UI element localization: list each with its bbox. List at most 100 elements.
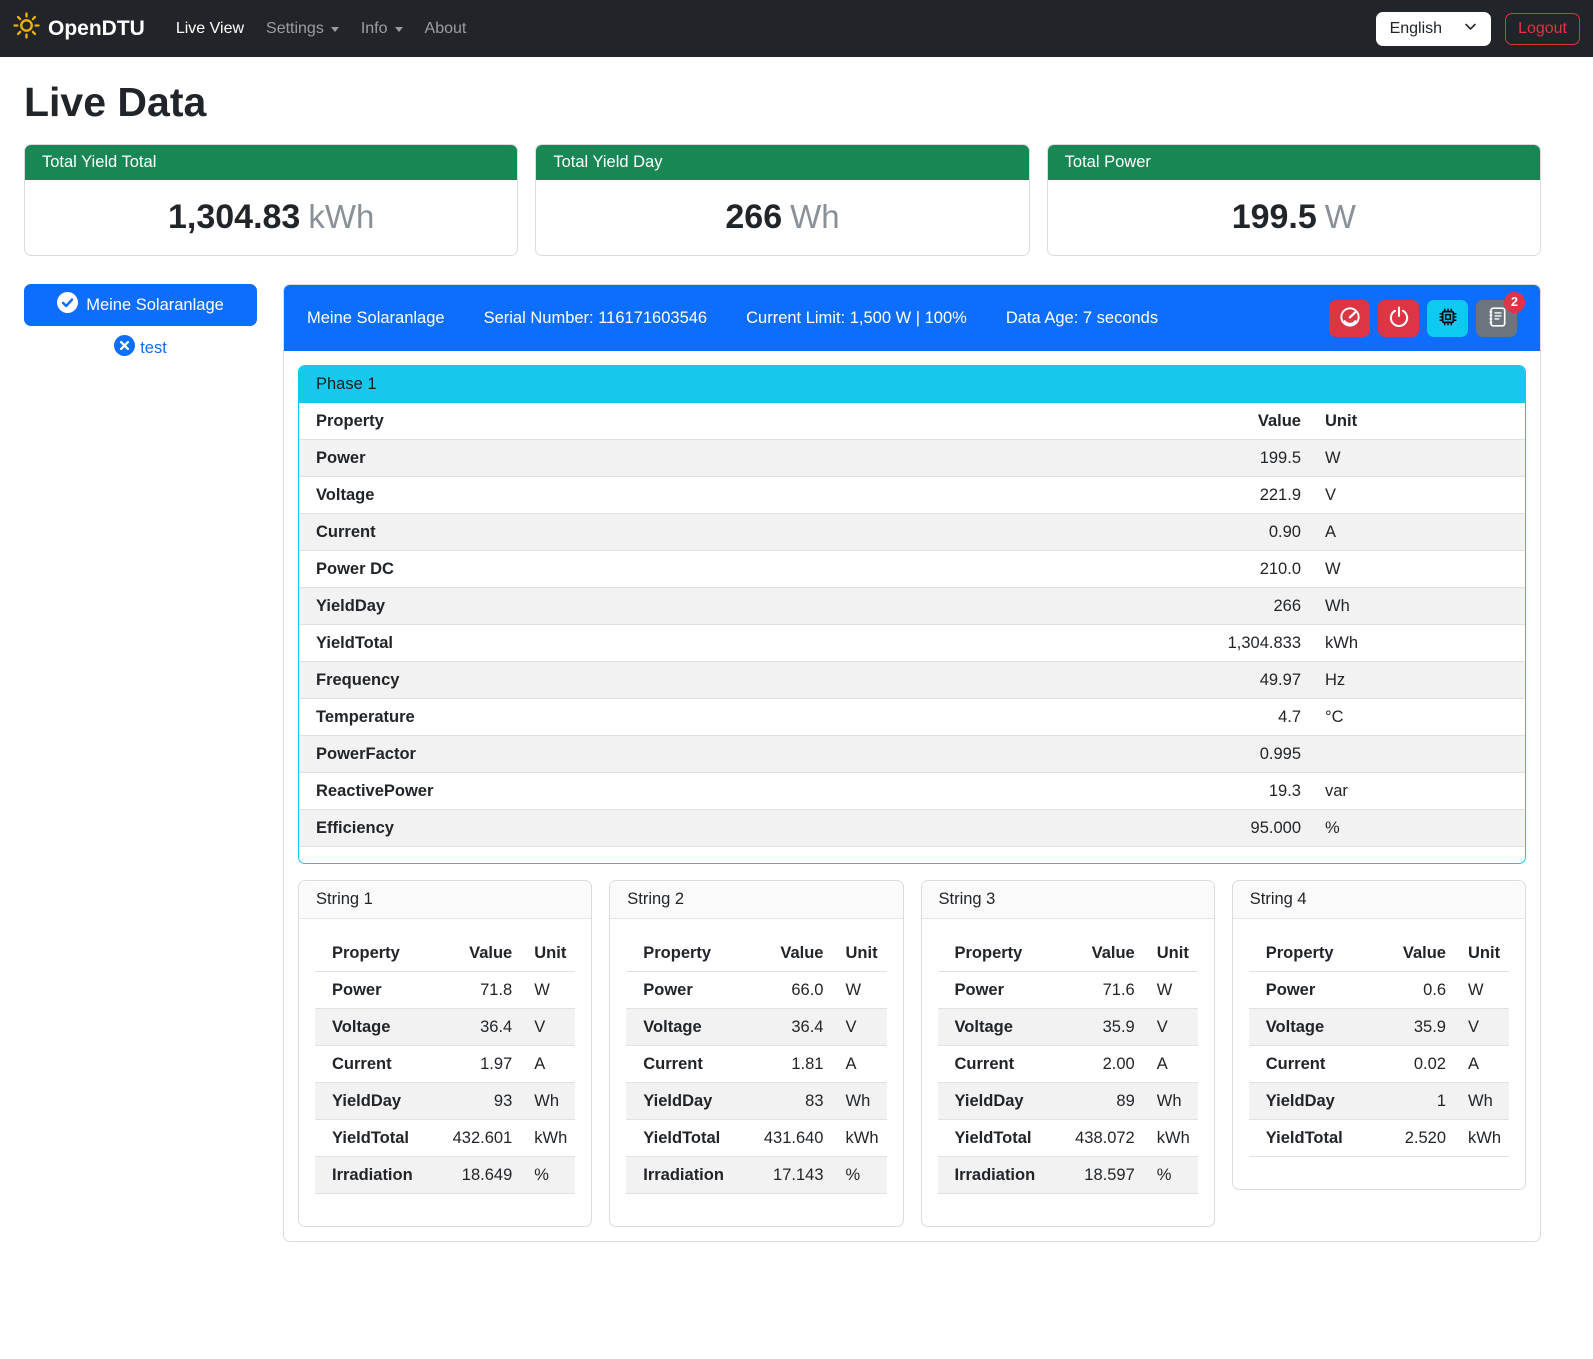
property-cell: Temperature (299, 699, 1191, 736)
unit-cell: W (1143, 972, 1198, 1009)
language-select[interactable]: English (1376, 12, 1491, 46)
table-row: Power DC210.0W (299, 551, 1525, 588)
unit-cell: Wh (1454, 1083, 1509, 1120)
table-row: YieldDay83Wh (626, 1083, 886, 1120)
nav-item-label: Live View (176, 20, 244, 38)
value-cell: 17.143 (740, 1157, 832, 1194)
unit-cell: A (520, 1046, 575, 1083)
property-cell: YieldTotal (299, 625, 1191, 662)
col-property: Property (626, 935, 739, 972)
inverter-serial: Serial Number: 116171603546 (484, 309, 708, 328)
property-cell: Voltage (315, 1009, 428, 1046)
table-header-row: Property Value Unit (938, 935, 1198, 972)
unit-cell: Wh (520, 1083, 575, 1120)
inverter-name: Meine Solaranlage (307, 309, 445, 328)
event-log-button[interactable]: 2 (1476, 300, 1517, 337)
unit-cell: A (1143, 1046, 1198, 1083)
col-unit: Unit (832, 935, 887, 972)
string-3-table: Property Value Unit Power71.6WVoltage35.… (938, 935, 1198, 1194)
card-total-yield-total: Total Yield Total 1,304.83kWh (24, 144, 518, 256)
language-value: English (1390, 20, 1442, 38)
unit-cell: % (832, 1157, 887, 1194)
table-row: ReactivePower19.3var (299, 773, 1525, 810)
table-row: Current0.90A (299, 514, 1525, 551)
check-circle-icon (57, 292, 78, 318)
power-icon (1388, 306, 1410, 331)
table-row: Voltage35.9V (938, 1009, 1198, 1046)
device-info-button[interactable] (1427, 300, 1468, 337)
chevron-down-icon (395, 27, 403, 32)
unit-cell: Hz (1309, 662, 1525, 699)
brand[interactable]: OpenDTU (13, 12, 145, 45)
table-row: Power71.6W (938, 972, 1198, 1009)
card-body: 1,304.83kWh (25, 180, 517, 255)
inverter-button-label: test (140, 339, 167, 358)
string-4-card: String 4 Property Value Unit (1232, 880, 1526, 1190)
value-cell: 83 (740, 1083, 832, 1120)
inverter-button-test[interactable]: test (24, 335, 257, 361)
value-cell: 2.520 (1362, 1120, 1454, 1157)
table-row: YieldDay266Wh (299, 588, 1525, 625)
x-circle-icon (114, 335, 135, 361)
property-cell: Current (626, 1046, 739, 1083)
logout-button[interactable]: Logout (1505, 13, 1580, 45)
value-cell: 2.00 (1051, 1046, 1143, 1083)
unit-cell: W (832, 972, 887, 1009)
phase-table: Property Value Unit Power199.5WVoltage22… (299, 403, 1525, 847)
nav-item-about[interactable]: About (414, 12, 478, 46)
limit-settings-button[interactable] (1329, 300, 1370, 337)
value-cell: 0.90 (1191, 514, 1309, 551)
col-property: Property (938, 935, 1051, 972)
inverter-selector: Meine Solaranlage test (24, 284, 257, 361)
inverter-data-age: Data Age: 7 seconds (1006, 309, 1158, 328)
table-row: YieldDay89Wh (938, 1083, 1198, 1120)
strings-row: String 1 Property Value Unit (298, 880, 1526, 1227)
inverter-card-header: Meine Solaranlage Serial Number: 1161716… (284, 285, 1540, 351)
property-cell: YieldDay (1249, 1083, 1362, 1120)
property-cell: PowerFactor (299, 736, 1191, 773)
nav-item-live-view[interactable]: Live View (165, 12, 255, 46)
inverter-limit: Current Limit: 1,500 W | 100% (746, 309, 967, 328)
nav-item-info[interactable]: Info (350, 12, 414, 46)
property-cell: Current (938, 1046, 1051, 1083)
page-title: Live Data (24, 79, 1541, 126)
value-cell: 18.597 (1051, 1157, 1143, 1194)
col-value: Value (1191, 403, 1309, 440)
value-cell: 71.8 (428, 972, 520, 1009)
summary-cards: Total Yield Total 1,304.83kWh Total Yiel… (24, 144, 1541, 256)
unit-cell: W (1309, 440, 1525, 477)
col-property: Property (1249, 935, 1362, 972)
nav-links: Live View Settings Info About (165, 12, 478, 46)
unit-cell: % (1309, 810, 1525, 847)
nav-item-settings[interactable]: Settings (255, 12, 350, 46)
table-header-row: Property Value Unit (1249, 935, 1509, 972)
inverter-button-selected[interactable]: Meine Solaranlage (24, 284, 257, 326)
string-3-card: String 3 Property Value Unit (921, 880, 1215, 1227)
value-cell: 1.97 (428, 1046, 520, 1083)
unit-cell (1309, 736, 1525, 773)
property-cell: Irradiation (626, 1157, 739, 1194)
value-cell: 0.02 (1362, 1046, 1454, 1083)
table-row: Current0.02A (1249, 1046, 1509, 1083)
nav-item-label: Info (361, 20, 388, 38)
col-unit: Unit (1309, 403, 1525, 440)
string-4-table: Property Value Unit Power0.6WVoltage35.9… (1249, 935, 1509, 1157)
brand-label: OpenDTU (48, 17, 145, 41)
table-row: YieldTotal1,304.833kWh (299, 625, 1525, 662)
col-value: Value (428, 935, 520, 972)
table-row: YieldTotal438.072kWh (938, 1120, 1198, 1157)
property-cell: Power DC (299, 551, 1191, 588)
cpu-icon (1437, 306, 1459, 331)
table-row: Irradiation18.649% (315, 1157, 575, 1194)
table-row: YieldDay1Wh (1249, 1083, 1509, 1120)
card-value: 266 (725, 198, 782, 236)
power-button[interactable] (1378, 300, 1419, 337)
property-cell: Current (299, 514, 1191, 551)
col-value: Value (1362, 935, 1454, 972)
card-title: Total Power (1048, 145, 1540, 180)
table-row: YieldTotal432.601kWh (315, 1120, 575, 1157)
card-unit: W (1325, 198, 1356, 235)
value-cell: 19.3 (1191, 773, 1309, 810)
col-property: Property (315, 935, 428, 972)
table-row: YieldTotal431.640kWh (626, 1120, 886, 1157)
